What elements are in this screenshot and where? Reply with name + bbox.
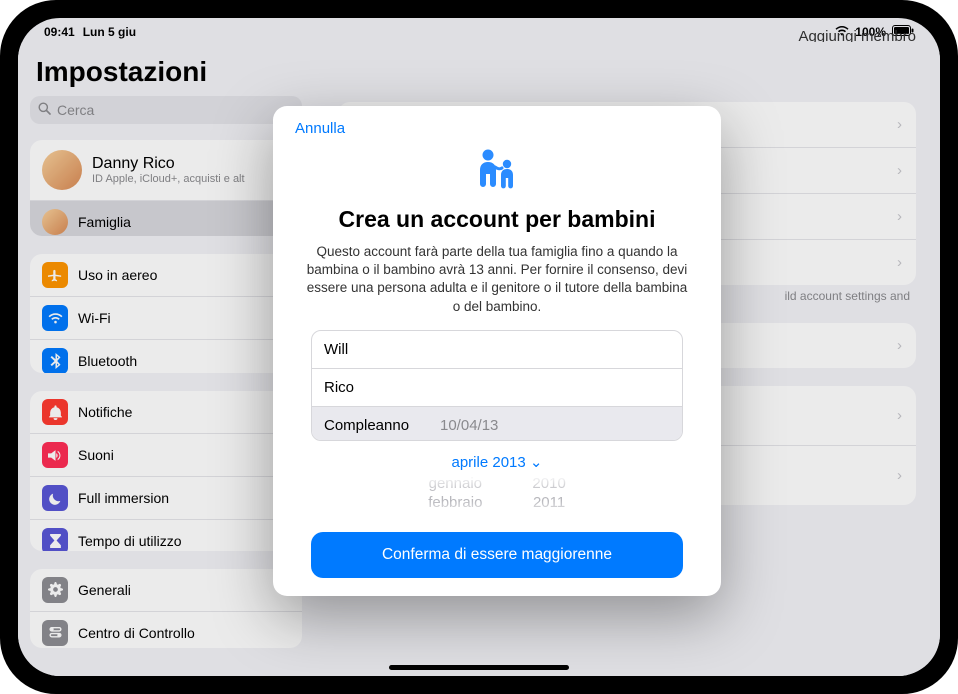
birthday-label: Compleanno <box>324 417 424 434</box>
child-form: Will Rico Compleanno 10/04/13 <box>311 330 683 441</box>
home-indicator[interactable] <box>389 665 569 670</box>
last-name-value: Rico <box>324 379 354 396</box>
month-year-picker[interactable]: aprile 2013 ⌄ <box>295 453 699 471</box>
first-name-field[interactable]: Will <box>312 331 682 368</box>
create-child-account-modal: Annulla Crea un account per bambini Ques… <box>273 106 721 596</box>
first-name-value: Will <box>324 341 348 358</box>
wheel-month-option: febbraio <box>428 494 482 511</box>
modal-title: Crea un account per bambini <box>295 206 699 233</box>
modal-description: Questo account farà parte della tua fami… <box>303 243 691 316</box>
wheel-month-option: gennaio <box>428 475 482 492</box>
month-picker-label: aprile 2013 <box>452 454 526 471</box>
date-wheel[interactable]: gennaio febbraio 2010 2011 <box>367 475 627 518</box>
birthday-value: 10/04/13 <box>440 417 498 434</box>
confirm-adult-button[interactable]: Conferma di essere maggiorenne <box>311 532 683 578</box>
birthday-field[interactable]: Compleanno 10/04/13 <box>312 406 682 441</box>
last-name-field[interactable]: Rico <box>312 368 682 406</box>
wheel-year-option: 2011 <box>532 494 565 511</box>
wheel-year-option: 2010 <box>532 475 565 492</box>
cancel-button[interactable]: Annulla <box>295 120 345 137</box>
chevron-down-icon: ⌄ <box>530 454 543 471</box>
family-icon <box>471 147 523 200</box>
